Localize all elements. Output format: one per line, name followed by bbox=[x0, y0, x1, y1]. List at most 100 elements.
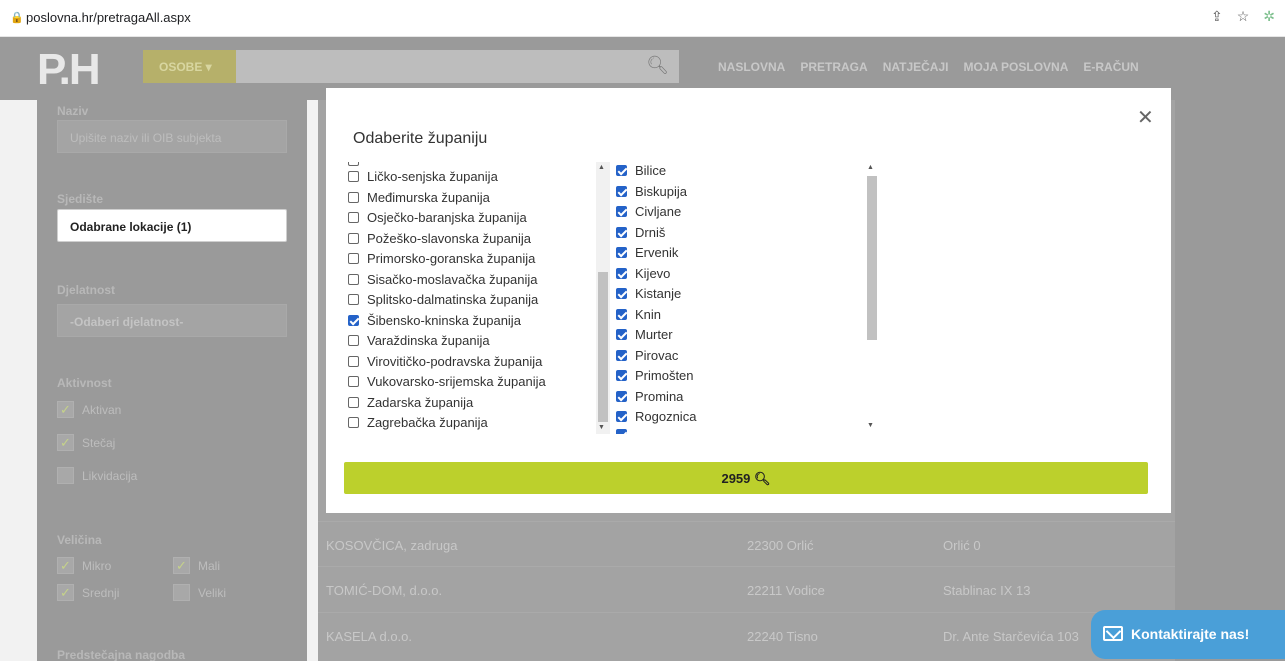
checkbox[interactable] bbox=[348, 335, 359, 346]
nav-pretraga[interactable]: PRETRAGA bbox=[800, 60, 867, 74]
table-row[interactable]: KOSOVČICA, zadruga 22300 Orlić Orlić 0 bbox=[318, 521, 1175, 566]
city-item[interactable]: Pirovac bbox=[616, 348, 678, 363]
city-item[interactable]: Murter bbox=[616, 327, 673, 342]
mali-label: Mali bbox=[198, 558, 221, 573]
share-icon[interactable]: ⇪ bbox=[1211, 8, 1223, 25]
checkbox-checked[interactable] bbox=[616, 411, 627, 422]
aktivan-label: Aktivan bbox=[82, 402, 122, 417]
county-item[interactable]: Požeško-slavonska županija bbox=[348, 231, 531, 246]
checkbox-checked[interactable] bbox=[348, 314, 359, 326]
search-results-button[interactable]: 2959 🔍︎ bbox=[344, 462, 1148, 494]
checkbox[interactable] bbox=[348, 232, 359, 244]
star-icon[interactable]: ☆ bbox=[1237, 8, 1250, 25]
sjediste-select[interactable]: Odabrane lokacije (1) bbox=[57, 209, 287, 242]
checkbox[interactable] bbox=[348, 273, 359, 285]
city-item[interactable]: Ervenik bbox=[616, 245, 678, 260]
checkbox-checked[interactable] bbox=[616, 267, 627, 279]
county-item[interactable]: Zadarska županija bbox=[348, 395, 473, 410]
checkbox-checked[interactable] bbox=[616, 288, 627, 299]
county-item[interactable]: Zagrebačka županija bbox=[348, 415, 488, 430]
city-item[interactable]: Primošten bbox=[616, 368, 694, 383]
city-item[interactable]: Rogoznica bbox=[616, 409, 696, 424]
city-item[interactable]: Knin bbox=[616, 307, 661, 322]
county-item[interactable]: Šibensko-kninska županija bbox=[348, 313, 521, 328]
county-item[interactable]: Primorsko-goranska županija bbox=[348, 251, 535, 266]
checkbox-checked[interactable] bbox=[616, 206, 627, 217]
nav-e-racun[interactable]: E-RAČUN bbox=[1083, 60, 1138, 74]
close-icon[interactable]: ✕ bbox=[1137, 105, 1154, 130]
scroll-thumb[interactable] bbox=[598, 272, 608, 422]
naziv-input[interactable]: Upišite naziv ili OIB subjekta bbox=[57, 120, 287, 153]
mikro-checkbox[interactable]: ✓ Mikro bbox=[57, 557, 111, 574]
search-input[interactable]: 🔍︎ bbox=[236, 50, 679, 83]
checkbox[interactable] bbox=[348, 171, 359, 182]
category-dropdown[interactable]: OSOBE ▾ bbox=[143, 50, 236, 83]
extension-icon[interactable]: ✲ bbox=[1263, 8, 1275, 25]
checkbox-checked[interactable] bbox=[616, 308, 627, 320]
city-label: Ervenik bbox=[635, 245, 679, 260]
result-name[interactable]: KOSOVČICA, zadruga bbox=[326, 538, 458, 553]
city-item[interactable]: Bilice bbox=[616, 163, 666, 178]
city-item[interactable]: Drniš bbox=[616, 225, 665, 240]
checkbox[interactable] bbox=[348, 376, 359, 387]
result-name[interactable]: TOMIĆ-DOM, d.o.o. bbox=[326, 583, 442, 598]
browser-url-bar[interactable]: 🔒 poslovna.hr/pretragaAll.aspx ⇪ ☆ ✲ bbox=[0, 0, 1285, 37]
checkbox[interactable] bbox=[348, 191, 359, 203]
county-scrollbar[interactable]: ▲ ▼ bbox=[596, 162, 610, 434]
county-item[interactable]: Varaždinska županija bbox=[348, 333, 490, 348]
city-scrollbar[interactable]: ▲ ▼ bbox=[865, 162, 879, 434]
scroll-down-icon[interactable]: ▼ bbox=[867, 422, 874, 429]
county-item[interactable]: Vukovarsko-srijemska županija bbox=[348, 374, 546, 389]
checkbox[interactable] bbox=[348, 212, 359, 223]
checkbox-checked[interactable] bbox=[616, 185, 627, 197]
city-item[interactable]: Civljane bbox=[616, 204, 681, 219]
result-address: Orlić 0 bbox=[943, 538, 981, 553]
checkbox-checked[interactable] bbox=[616, 390, 627, 402]
county-item[interactable]: Ličko-senjska županija bbox=[348, 169, 498, 184]
nav-moja-poslovna[interactable]: MOJA POSLOVNA bbox=[963, 60, 1068, 74]
county-item[interactable]: Splitsko-dalmatinska županija bbox=[348, 292, 538, 307]
checkbox[interactable] bbox=[348, 253, 359, 264]
likvidacija-checkbox[interactable]: Likvidacija bbox=[57, 467, 137, 484]
checkbox[interactable] bbox=[348, 294, 359, 305]
checkbox-checked[interactable] bbox=[616, 370, 627, 381]
url-text[interactable]: poslovna.hr/pretragaAll.aspx bbox=[26, 10, 191, 25]
aktivan-checkbox[interactable]: ✓ Aktivan bbox=[57, 401, 121, 418]
county-item[interactable]: Osječko-baranjska županija bbox=[348, 210, 527, 225]
site-logo[interactable]: P.H bbox=[37, 45, 101, 95]
checkbox-checked[interactable] bbox=[616, 226, 627, 238]
city-item[interactable]: Kistanje bbox=[616, 286, 681, 301]
checkbox[interactable] bbox=[348, 417, 359, 428]
stecaj-checkbox[interactable]: ✓ Stečaj bbox=[57, 434, 115, 451]
scroll-thumb[interactable] bbox=[867, 176, 877, 340]
djelatnost-select[interactable]: -Odaberi djelatnost- bbox=[57, 304, 287, 337]
scroll-up-icon[interactable]: ▲ bbox=[867, 164, 874, 171]
result-name[interactable]: KASELA d.o.o. bbox=[326, 629, 412, 644]
search-icon[interactable]: 🔍︎ bbox=[646, 55, 669, 76]
city-item[interactable]: Promina bbox=[616, 389, 683, 404]
city-item[interactable]: Kijevo bbox=[616, 266, 670, 281]
mali-checkbox[interactable]: ✓ Mali bbox=[173, 557, 220, 574]
city-item[interactable]: Biskupija bbox=[616, 184, 687, 199]
county-item[interactable]: Međimurska županija bbox=[348, 190, 490, 205]
checkbox-checked[interactable] bbox=[616, 165, 627, 176]
city-label: Drniš bbox=[635, 224, 666, 240]
county-list[interactable]: Ličko-senjska županija Međimurska župani… bbox=[348, 162, 608, 434]
checkbox-checked[interactable] bbox=[616, 349, 627, 361]
county-item[interactable]: Virovitičko-podravska županija bbox=[348, 354, 542, 369]
checkbox-checked[interactable] bbox=[616, 247, 627, 258]
table-row[interactable]: TOMIĆ-DOM, d.o.o. 22211 Vodice Stablinac… bbox=[318, 566, 1175, 611]
scroll-up-icon[interactable]: ▲ bbox=[598, 164, 605, 171]
table-row[interactable]: KASELA d.o.o. 22240 Tisno Dr. Ante Starč… bbox=[318, 612, 1175, 657]
srednji-checkbox[interactable]: ✓ Srednji bbox=[57, 584, 119, 601]
veliki-checkbox[interactable]: Veliki bbox=[173, 584, 226, 601]
county-item[interactable]: Sisačko-moslavačka županija bbox=[348, 272, 538, 287]
scroll-down-icon[interactable]: ▼ bbox=[598, 424, 605, 431]
checkbox[interactable] bbox=[348, 355, 359, 367]
contact-button[interactable]: Kontaktirajte nas! bbox=[1091, 610, 1285, 659]
nav-natjecaji[interactable]: NATJEČAJI bbox=[883, 60, 949, 74]
checkbox-checked[interactable] bbox=[616, 329, 627, 340]
checkbox[interactable] bbox=[348, 396, 359, 408]
nav-naslovna[interactable]: NASLOVNA bbox=[718, 60, 785, 74]
city-list[interactable]: Bilice Biskupija Civljane Drniš Ervenik … bbox=[616, 162, 876, 434]
